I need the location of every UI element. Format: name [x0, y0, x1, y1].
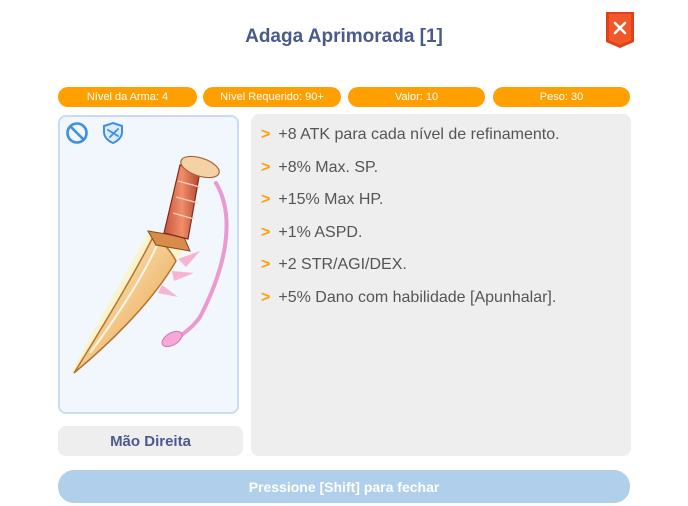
description-line: > +5% Dano com habilidade [Apunhalar]. [261, 288, 557, 306]
close-hint-button[interactable]: Pressione [Shift] para fechar [58, 470, 630, 503]
stats-bar: Nível da Arma: 4 Nível Requerido: 90+ Va… [58, 87, 630, 107]
description-line: > +8% Max. SP. [261, 158, 379, 176]
bullet-icon: > [261, 191, 271, 208]
required-level-badge: Nível Requerido: 90+ [203, 87, 341, 107]
bullet-icon: > [261, 126, 271, 143]
dagger-icon [70, 155, 229, 375]
item-title: Adaga Aprimorada [1] [245, 26, 443, 47]
value-badge: Valor: 10 [348, 87, 485, 107]
bullet-icon: > [261, 256, 271, 273]
equip-slot-label: Mão Direita [58, 426, 243, 456]
bullet-icon: > [261, 158, 271, 176]
item-info-window: Adaga Aprimorada [1] Nível da Arma: 4 Ní… [0, 0, 688, 506]
bullet-icon: > [261, 288, 271, 306]
description-line: > +15% Max HP. [261, 191, 384, 208]
description-line: > +1% ASPD. [261, 223, 363, 241]
description-line: > +8 ATK para cada nível de refinamento. [261, 126, 560, 143]
description-line: > +2 STR/AGI/DEX. [261, 256, 407, 273]
close-icon [606, 12, 634, 48]
description-panel: > +8 ATK para cada nível de refinamento. … [251, 114, 631, 456]
weight-badge: Peso: 30 [493, 87, 630, 107]
bullet-icon: > [261, 223, 271, 241]
item-image-panel [58, 115, 239, 414]
weapon-level-badge: Nível da Arma: 4 [58, 87, 197, 107]
close-button[interactable] [606, 12, 634, 48]
